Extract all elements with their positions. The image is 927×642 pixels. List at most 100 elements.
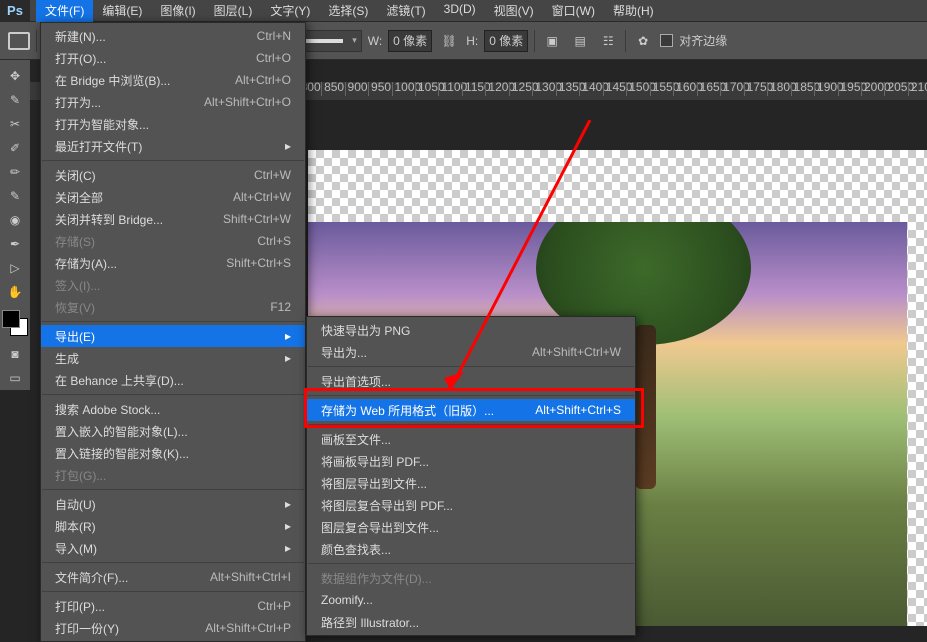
pen-tool-icon[interactable]: ✒ xyxy=(1,232,29,256)
menu-item-label: 置入链接的智能对象(K)... xyxy=(55,445,291,462)
menu-item[interactable]: 将画板导出到 PDF... xyxy=(307,450,635,472)
menubar: Ps 文件(F)编辑(E)图像(I)图层(L)文字(Y)选择(S)滤镜(T)3D… xyxy=(0,0,927,22)
menu-item[interactable]: 打开为智能对象... xyxy=(41,113,305,135)
menu-separator xyxy=(42,489,304,490)
menubar-item[interactable]: 3D(D) xyxy=(435,0,485,22)
menu-separator xyxy=(42,160,304,161)
menu-item-label: 存储为(A)... xyxy=(55,255,226,272)
menu-item[interactable]: 新建(N)...Ctrl+N xyxy=(41,25,305,47)
ruler-tick: 900 xyxy=(345,82,368,96)
menubar-item[interactable]: 图层(L) xyxy=(205,0,262,22)
menubar-item[interactable]: 视图(V) xyxy=(485,0,543,22)
submenu-arrow-icon: ▸ xyxy=(281,541,291,555)
menu-item[interactable]: 在 Behance 上共享(D)... xyxy=(41,369,305,391)
path-tool-icon[interactable]: ▷ xyxy=(1,256,29,280)
menu-item[interactable]: 导出首选项... xyxy=(307,370,635,392)
submenu-arrow-icon: ▸ xyxy=(281,329,291,343)
menu-item[interactable]: 快速导出为 PNG xyxy=(307,319,635,341)
menu-item[interactable]: 颜色查找表... xyxy=(307,538,635,560)
menu-item[interactable]: 打印一份(Y)Alt+Shift+Ctrl+P xyxy=(41,617,305,639)
menu-item[interactable]: 画板至文件... xyxy=(307,428,635,450)
width-field[interactable]: 0 像素 xyxy=(388,30,432,52)
menu-item-label: 画板至文件... xyxy=(321,431,621,448)
menu-separator xyxy=(42,321,304,322)
menu-item-label: 自动(U) xyxy=(55,496,281,513)
menu-item[interactable]: 生成▸ xyxy=(41,347,305,369)
menu-item[interactable]: 打印(P)...Ctrl+P xyxy=(41,595,305,617)
menu-item-label: 数据组作为文件(D)... xyxy=(321,570,621,587)
menubar-item[interactable]: 选择(S) xyxy=(319,0,377,22)
snap-edges-checkbox[interactable] xyxy=(660,34,673,47)
menu-item-label: 在 Behance 上共享(D)... xyxy=(55,372,291,389)
menu-item-label: 关闭并转到 Bridge... xyxy=(55,211,223,228)
align-icon[interactable]: ▤ xyxy=(569,30,591,52)
menu-item[interactable]: 搜索 Adobe Stock... xyxy=(41,398,305,420)
menu-item[interactable]: 在 Bridge 中浏览(B)...Alt+Ctrl+O xyxy=(41,69,305,91)
gear-icon[interactable]: ✿ xyxy=(632,30,654,52)
heal-tool-icon[interactable]: ✎ xyxy=(1,184,29,208)
menu-item-label: Zoomify... xyxy=(321,593,621,607)
menu-item[interactable]: 关闭全部Alt+Ctrl+W xyxy=(41,186,305,208)
menu-item-shortcut: Alt+Ctrl+W xyxy=(233,190,291,204)
lasso-tool-icon[interactable]: ✎ xyxy=(1,88,29,112)
menu-item[interactable]: 打开为...Alt+Shift+Ctrl+O xyxy=(41,91,305,113)
menu-item-label: 关闭全部 xyxy=(55,189,233,206)
height-field[interactable]: 0 像素 xyxy=(484,30,528,52)
menubar-item[interactable]: 窗口(W) xyxy=(543,0,604,22)
swatch-block[interactable] xyxy=(2,310,28,336)
menu-item-label: 颜色查找表... xyxy=(321,541,621,558)
menubar-item[interactable]: 文字(Y) xyxy=(261,0,319,22)
menubar-item[interactable]: 图像(I) xyxy=(151,0,204,22)
screenmode-icon[interactable]: ▭ xyxy=(1,366,29,390)
menubar-item[interactable]: 编辑(E) xyxy=(93,0,151,22)
menu-item[interactable]: 图层复合导出到文件... xyxy=(307,516,635,538)
ruler-tick: 850 xyxy=(321,82,344,96)
menubar-item[interactable]: 滤镜(T) xyxy=(377,0,434,22)
eyedropper-tool-icon[interactable]: ✐ xyxy=(1,136,29,160)
menu-item[interactable]: 存储为 Web 所用格式（旧版）...Alt+Shift+Ctrl+S xyxy=(307,399,635,421)
quickmask-icon[interactable]: ◙ xyxy=(1,342,29,366)
menu-item[interactable]: Zoomify... xyxy=(307,589,635,611)
blur-tool-icon[interactable]: ◉ xyxy=(1,208,29,232)
menubar-item[interactable]: 帮助(H) xyxy=(604,0,663,22)
menu-item[interactable]: 脚本(R)▸ xyxy=(41,515,305,537)
menu-item[interactable]: 关闭并转到 Bridge...Shift+Ctrl+W xyxy=(41,208,305,230)
menu-item-label: 将画板导出到 PDF... xyxy=(321,453,621,470)
arrange-icon[interactable]: ☷ xyxy=(597,30,619,52)
menu-item: 存储(S)Ctrl+S xyxy=(41,230,305,252)
menu-item[interactable]: 文件简介(F)...Alt+Shift+Ctrl+I xyxy=(41,566,305,588)
menu-item-label: 将图层导出到文件... xyxy=(321,475,621,492)
shape-rect-icon[interactable] xyxy=(8,32,30,50)
menu-item-shortcut: Ctrl+W xyxy=(254,168,291,182)
menu-item[interactable]: 置入嵌入的智能对象(L)... xyxy=(41,420,305,442)
menu-separator xyxy=(308,395,634,396)
menu-item-label: 导出为... xyxy=(321,344,532,361)
menu-item[interactable]: 导出为...Alt+Shift+Ctrl+W xyxy=(307,341,635,363)
menu-item[interactable]: 最近打开文件(T)▸ xyxy=(41,135,305,157)
menu-item-label: 生成 xyxy=(55,350,281,367)
menu-item[interactable]: 将图层复合导出到 PDF... xyxy=(307,494,635,516)
menu-item-label: 导入(M) xyxy=(55,540,281,557)
hand-tool-icon[interactable]: ✋ xyxy=(1,280,29,304)
brush-tool-icon[interactable]: ✏ xyxy=(1,160,29,184)
menu-separator xyxy=(42,562,304,563)
link-icon[interactable]: ⛓ xyxy=(438,30,460,52)
menu-item[interactable]: 导入(M)▸ xyxy=(41,537,305,559)
menu-item[interactable]: 存储为(A)...Shift+Ctrl+S xyxy=(41,252,305,274)
menu-item-label: 打开为智能对象... xyxy=(55,116,291,133)
fg-swatch[interactable] xyxy=(2,310,20,328)
pathops-icon[interactable]: ▣ xyxy=(541,30,563,52)
menu-item[interactable]: 将图层导出到文件... xyxy=(307,472,635,494)
menu-item[interactable]: 关闭(C)Ctrl+W xyxy=(41,164,305,186)
separator xyxy=(534,30,535,52)
menu-item-label: 将图层复合导出到 PDF... xyxy=(321,497,621,514)
crop-tool-icon[interactable]: ✂ xyxy=(1,112,29,136)
menubar-item[interactable]: 文件(F) xyxy=(36,0,93,22)
menu-item-label: 导出首选项... xyxy=(321,373,621,390)
move-tool-icon[interactable]: ✥ xyxy=(1,64,29,88)
menu-item[interactable]: 置入链接的智能对象(K)... xyxy=(41,442,305,464)
menu-item[interactable]: 路径到 Illustrator... xyxy=(307,611,635,633)
menu-item[interactable]: 打开(O)...Ctrl+O xyxy=(41,47,305,69)
menu-item[interactable]: 自动(U)▸ xyxy=(41,493,305,515)
menu-item[interactable]: 导出(E)▸ xyxy=(41,325,305,347)
